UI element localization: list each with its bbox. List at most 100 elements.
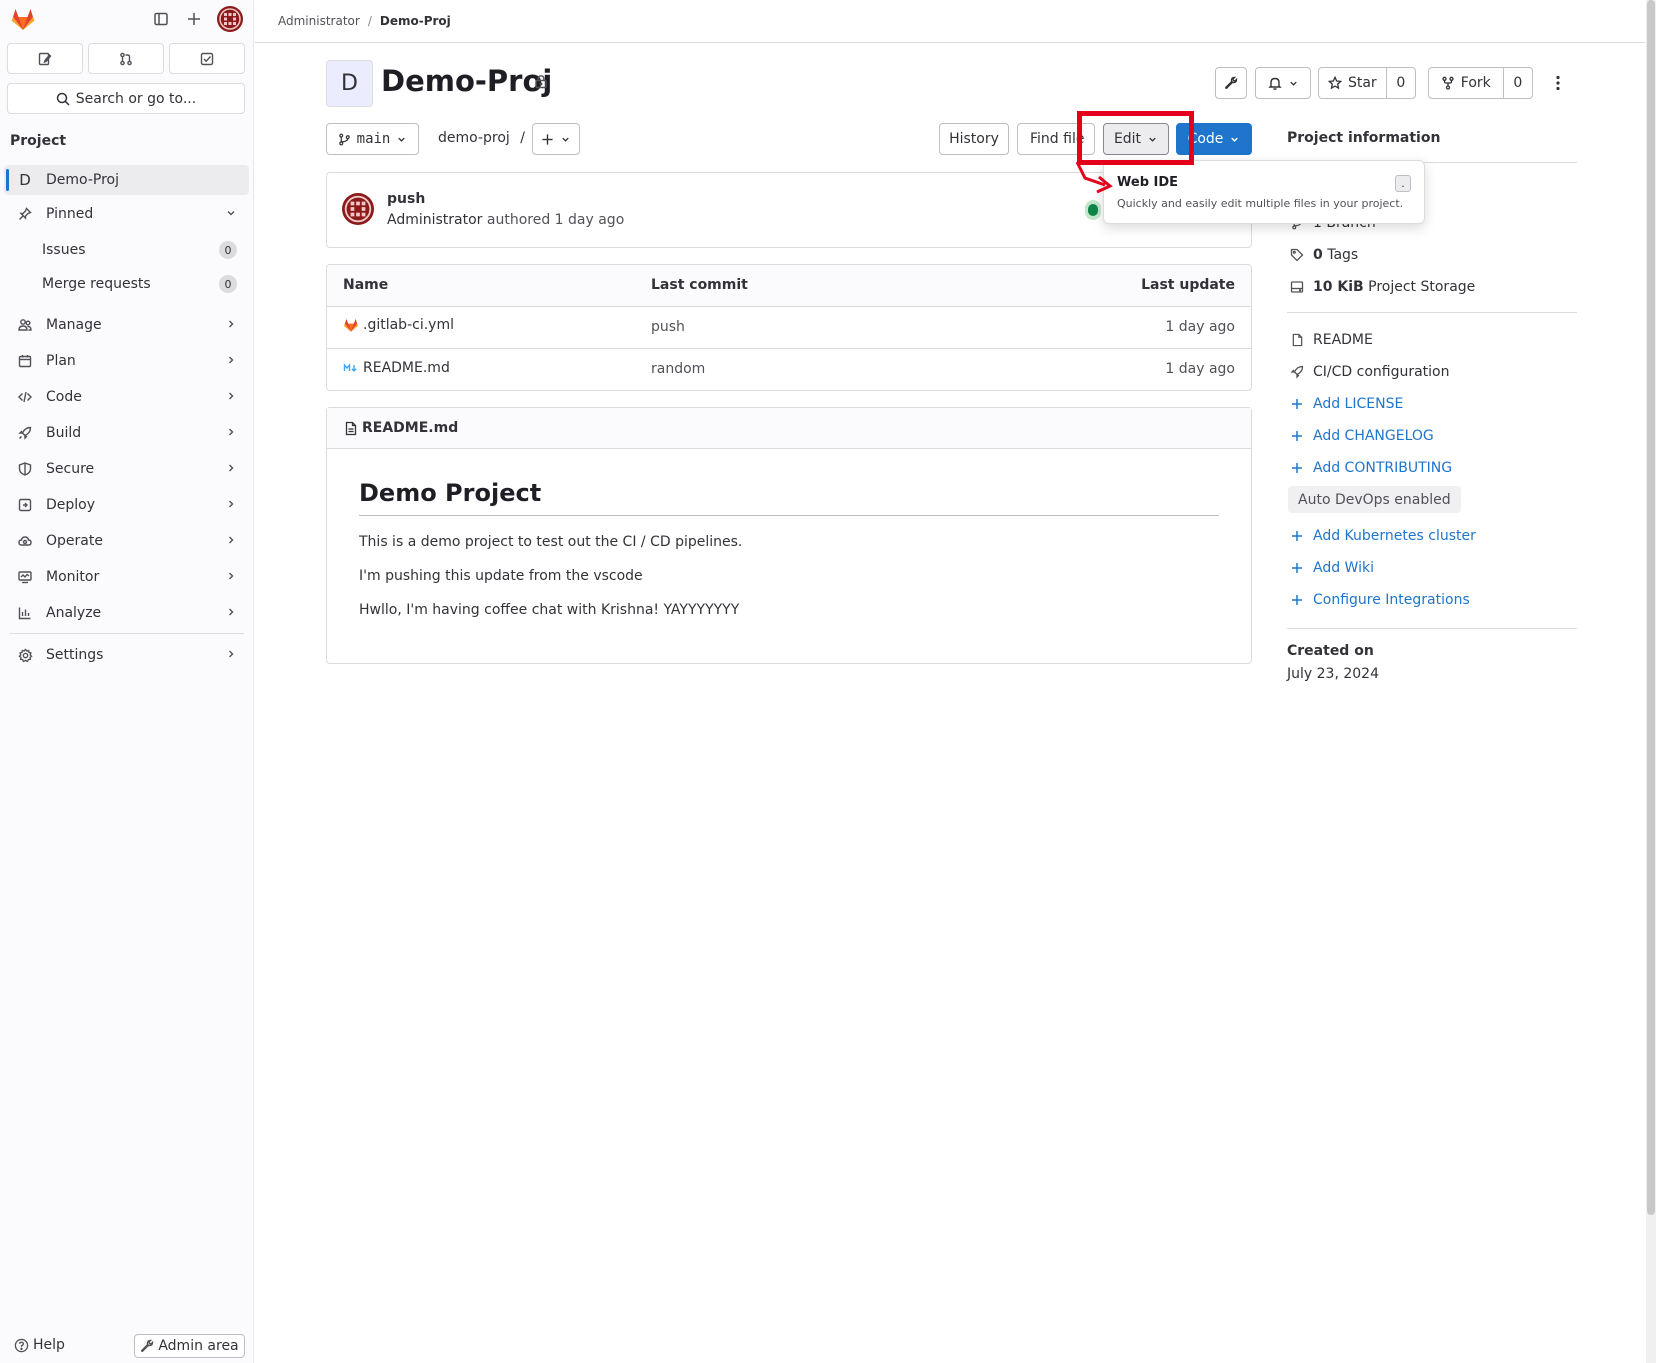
sidebar-divider <box>10 633 244 634</box>
sidebar-item-label: Secure <box>46 461 95 477</box>
readme-filename-link[interactable]: README.md <box>362 420 458 436</box>
add-contributing-link[interactable]: Add CONTRIBUTING <box>1289 457 1452 479</box>
add-changelog-link[interactable]: Add CHANGELOG <box>1289 425 1434 447</box>
commit-author-avatar[interactable] <box>342 193 374 225</box>
commit-message-link[interactable]: push <box>387 191 425 207</box>
fork-label: Fork <box>1460 75 1491 91</box>
gitlab-logo-icon[interactable] <box>10 6 36 32</box>
breadcrumb-current-link[interactable]: Demo-Proj <box>380 14 451 28</box>
commit-authored-text: authored <box>486 212 551 228</box>
markdown-file-icon <box>343 362 359 374</box>
settings-wrench-button[interactable] <box>1215 67 1247 99</box>
sidebar-quick-tabs <box>7 43 245 74</box>
help-icon <box>14 1338 29 1353</box>
web-ide-title: Web IDE <box>1117 175 1179 190</box>
breadcrumb-parent-link[interactable]: Administrator <box>278 14 360 28</box>
branch-selector[interactable]: main <box>326 123 419 155</box>
storage-link[interactable]: 10 KiB Project Storage <box>1289 276 1475 298</box>
sidebar-item-operate[interactable]: Operate <box>4 526 249 556</box>
fork-button[interactable]: Fork <box>1429 68 1503 98</box>
fork-count[interactable]: 0 <box>1502 68 1532 98</box>
sidebar-item-build[interactable]: Build <box>4 418 249 448</box>
sidebar-item-pinned[interactable]: Pinned <box>4 199 249 229</box>
sidebar-item-demo-proj[interactable]: D Demo-Proj <box>4 165 249 195</box>
history-button[interactable]: History <box>939 123 1009 155</box>
admin-area-button[interactable]: Admin area <box>134 1334 245 1358</box>
history-label: History <box>949 131 999 147</box>
plus-icon <box>1289 398 1305 410</box>
table-row: .gitlab-ci.yml push 1 day ago <box>327 306 1251 349</box>
add-to-tree-button[interactable] <box>532 123 580 155</box>
created-on-date: July 23, 2024 <box>1287 666 1379 682</box>
assigned-issues-button[interactable] <box>7 43 83 74</box>
sidebar-item-plan[interactable]: Plan <box>4 346 249 376</box>
search-button[interactable]: Search or go to... <box>7 83 245 114</box>
repo-path-link[interactable]: demo-proj <box>438 130 510 146</box>
add-wiki-link[interactable]: Add Wiki <box>1289 557 1374 579</box>
chart-icon <box>14 606 36 620</box>
readme-content: Demo Project This is a demo project to t… <box>327 449 1251 660</box>
user-avatar[interactable] <box>217 6 243 32</box>
cicd-configuration-link[interactable]: CI/CD configuration <box>1289 361 1450 383</box>
sidebar-item-manage[interactable]: Manage <box>4 310 249 340</box>
deploy-icon <box>14 498 36 512</box>
file-name-cell[interactable]: README.md <box>327 348 635 390</box>
more-actions-button[interactable] <box>1542 67 1574 99</box>
add-changelog-label: Add CHANGELOG <box>1313 428 1434 444</box>
file-name-link[interactable]: .gitlab-ci.yml <box>363 317 454 333</box>
toggle-sidebar-icon[interactable] <box>150 8 172 30</box>
chevron-down-icon <box>225 207 237 223</box>
add-license-link[interactable]: Add LICENSE <box>1289 393 1403 415</box>
sidebar-item-settings[interactable]: Settings <box>4 640 249 670</box>
help-button[interactable]: Help <box>14 1337 65 1353</box>
sidebar-item-label: Operate <box>46 533 103 549</box>
highlight-arrow-icon <box>1075 161 1113 194</box>
sidebar-item-issues[interactable]: Issues 0 <box>4 235 249 265</box>
column-header-last-update: Last update <box>946 265 1251 307</box>
scrollbar-thumb[interactable] <box>1647 0 1655 1215</box>
shield-icon <box>14 462 36 476</box>
pipeline-status-icon[interactable] <box>1085 200 1101 220</box>
add-kubernetes-cluster-link[interactable]: Add Kubernetes cluster <box>1289 525 1476 547</box>
page-scrollbar[interactable] <box>1646 0 1656 1363</box>
sidebar-item-deploy[interactable]: Deploy <box>4 490 249 520</box>
todo-icon <box>200 52 214 66</box>
sidebar-item-monitor[interactable]: Monitor <box>4 562 249 592</box>
auto-devops-badge[interactable]: Auto DevOps enabled <box>1288 486 1461 513</box>
branch-name: main <box>356 131 391 147</box>
search-icon <box>56 92 70 106</box>
last-commit-link[interactable]: random <box>635 348 947 390</box>
star-button[interactable]: Star <box>1319 68 1386 98</box>
readme-link[interactable]: README <box>1289 329 1373 351</box>
chevron-down-icon <box>1229 134 1240 145</box>
todo-list-button[interactable] <box>169 43 245 74</box>
web-ide-menu-item[interactable]: Web IDE Quickly and easily edit multiple… <box>1108 165 1420 219</box>
sidebar-item-secure[interactable]: Secure <box>4 454 249 484</box>
chevron-right-icon <box>225 498 237 514</box>
cicd-configuration-label: CI/CD configuration <box>1313 364 1450 380</box>
project-information-heading: Project information <box>1287 130 1441 146</box>
commit-author-link[interactable]: Administrator <box>387 212 482 228</box>
file-name-cell[interactable]: .gitlab-ci.yml <box>327 306 635 349</box>
add-wiki-label: Add Wiki <box>1313 560 1374 576</box>
readme-link-label: README <box>1313 332 1373 348</box>
chevron-right-icon <box>225 318 237 334</box>
tags-link[interactable]: 0 Tags <box>1289 244 1358 266</box>
plus-icon <box>1289 530 1305 542</box>
last-commit-link[interactable]: push <box>635 306 947 349</box>
create-new-icon[interactable] <box>183 8 205 30</box>
fork-button-group: Fork 0 <box>1428 67 1533 99</box>
configure-integrations-link[interactable]: Configure Integrations <box>1289 589 1470 611</box>
sidebar-item-analyze[interactable]: Analyze <box>4 598 249 628</box>
notifications-button[interactable] <box>1255 67 1311 99</box>
chevron-right-icon <box>225 426 237 442</box>
file-name-link[interactable]: README.md <box>363 360 450 376</box>
project-avatar: D <box>326 60 373 107</box>
sidebar-item-merge-requests[interactable]: Merge requests 0 <box>4 269 249 299</box>
sidebar-item-code[interactable]: Code <box>4 382 249 412</box>
merge-requests-button[interactable] <box>88 43 164 74</box>
chevron-right-icon <box>225 648 237 664</box>
star-count[interactable]: 0 <box>1385 68 1415 98</box>
chevron-right-icon <box>225 354 237 370</box>
sidebar-item-label: Manage <box>46 317 102 333</box>
